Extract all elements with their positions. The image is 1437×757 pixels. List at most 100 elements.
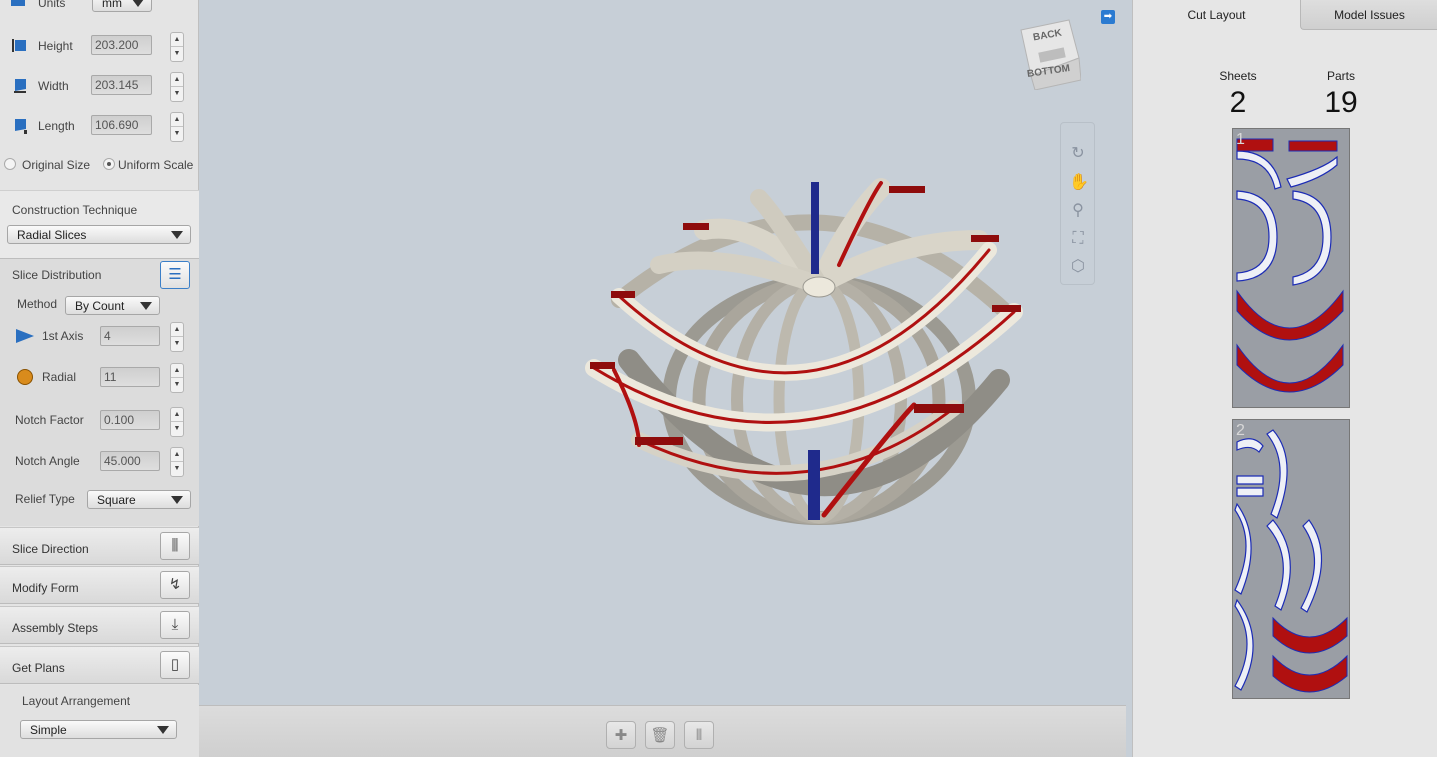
add-slice-button[interactable]: ✚ — [606, 721, 636, 749]
chevron-down-icon — [132, 0, 144, 7]
construction-section — [0, 190, 199, 258]
method-value: By Count — [75, 299, 125, 313]
width-field[interactable]: 203.145 — [91, 75, 152, 95]
sheet-number-1: 1 — [1236, 131, 1245, 148]
modify-form-bar[interactable]: Modify Form ↯ — [0, 566, 199, 604]
original-size-label: Original Size — [22, 158, 91, 172]
notch-factor-stepper[interactable]: ▲ ▼ — [170, 407, 184, 437]
layout-arrangement-value: Simple — [30, 723, 67, 737]
height-icon — [12, 38, 26, 53]
delete-button[interactable]: 🗑 — [645, 721, 675, 749]
fit-view-icon[interactable]: ⛶ — [1069, 230, 1087, 248]
chevron-down-icon — [171, 496, 183, 504]
relief-type-value: Square — [97, 493, 136, 507]
notch-factor-field[interactable]: 0.100 — [100, 410, 160, 430]
units-label: Units — [38, 0, 66, 10]
center-hub — [802, 276, 836, 298]
get-plans-bar[interactable]: Get Plans ▯ — [0, 646, 199, 684]
sheet-thumbnail-2[interactable]: 2 — [1232, 419, 1350, 699]
length-label: Length — [38, 119, 75, 133]
first-axis-field[interactable]: 4 — [100, 326, 160, 346]
relief-type-label: Relief Type — [15, 492, 75, 506]
units-value: mm — [102, 0, 122, 10]
sheets-count: 2 — [1229, 86, 1247, 119]
uniform-scale-label: Uniform Scale — [118, 158, 194, 172]
model-render[interactable] — [199, 0, 1132, 705]
slice-distribution-label: Slice Distribution — [12, 268, 102, 282]
home-view-icon[interactable]: ⬡ — [1069, 258, 1087, 276]
chevron-down-icon — [157, 726, 169, 734]
orbit-icon[interactable]: ↻ — [1069, 145, 1087, 163]
construction-label: Construction Technique — [12, 203, 138, 217]
layout-arrangement-label: Layout Arrangement — [22, 694, 131, 708]
tab-cut-layout[interactable]: Cut Layout — [1133, 0, 1300, 30]
slice-tab — [683, 223, 709, 230]
zoom-icon[interactable]: ⚲ — [1069, 202, 1087, 220]
construction-value: Radial Slices — [17, 228, 87, 242]
pan-icon[interactable]: ✋ — [1069, 174, 1089, 192]
3d-viewport[interactable]: BACK BOTTOM ➡ ↻ ✋ ⚲ ⛶ ⬡ ✚ 🗑 ⫴ — [199, 0, 1132, 757]
first-axis-label: 1st Axis — [42, 329, 84, 343]
first-axis-stepper[interactable]: ▲ ▼ — [170, 322, 184, 352]
notch-angle-stepper[interactable]: ▲ ▼ — [170, 447, 184, 477]
assembly-steps-label: Assembly Steps — [12, 621, 99, 635]
sheet-number-2: 2 — [1236, 422, 1245, 439]
slice-direction-bar[interactable]: Slice Direction ⫼ — [0, 527, 199, 565]
bottom-toolbar: ✚ 🗑 ⫴ — [199, 705, 1126, 757]
units-icon — [11, 0, 25, 6]
units-select[interactable]: mm — [92, 0, 152, 12]
width-label: Width — [38, 79, 69, 93]
length-field[interactable]: 106.690 — [91, 115, 152, 135]
get-plans-button[interactable]: ▯ — [160, 651, 190, 679]
assembly-steps-bar[interactable]: Assembly Steps ⤓ — [0, 606, 199, 644]
slice-tab — [611, 291, 635, 298]
notch-factor-label: Notch Factor — [15, 413, 84, 427]
uniform-scale-radio[interactable] — [103, 158, 115, 170]
modify-form-button[interactable]: ↯ — [160, 571, 190, 599]
height-field[interactable]: 203.200 — [91, 35, 152, 55]
slice-tab — [971, 235, 999, 242]
relief-type-select[interactable]: Square — [87, 490, 191, 509]
radial-label: Radial — [42, 370, 77, 384]
parts-label: Parts — [1326, 69, 1355, 83]
radial-stepper[interactable]: ▲ ▼ — [170, 363, 184, 393]
get-plans-label: Get Plans — [12, 661, 65, 675]
method-select[interactable]: By Count — [65, 296, 160, 315]
original-size-radio[interactable] — [4, 158, 16, 170]
construction-select[interactable]: Radial Slices — [7, 225, 191, 244]
notch-angle-field[interactable]: 45.000 — [100, 451, 160, 471]
chevron-down-icon — [140, 302, 152, 310]
first-axis-icon — [15, 328, 34, 343]
slice-direction-label: Slice Direction — [12, 542, 89, 556]
width-icon — [13, 77, 27, 93]
notch-angle-label: Notch Angle — [15, 454, 80, 468]
parts-count: 19 — [1324, 86, 1358, 119]
slice-direction-button[interactable]: ⫼ — [160, 532, 190, 560]
method-label: Method — [17, 297, 58, 311]
sheet-thumbnail-1[interactable]: 1 — [1232, 128, 1350, 408]
slice-tab — [590, 362, 615, 369]
view-cube[interactable]: BACK BOTTOM — [1019, 18, 1082, 91]
length-stepper[interactable]: ▲ ▼ — [170, 112, 184, 142]
axis-slice — [811, 182, 819, 274]
slice-tool-button[interactable]: ⫴ — [684, 721, 714, 749]
assembly-steps-button[interactable]: ⤓ — [160, 611, 190, 639]
left-panel: Units mm Height 203.200 ▲ ▼ Width 203.145… — [0, 0, 199, 757]
radial-icon — [17, 369, 33, 385]
slice-tab — [914, 404, 964, 413]
expand-panel-icon[interactable]: ➡ — [1101, 10, 1115, 24]
slice-tab — [635, 437, 683, 445]
chevron-down-icon — [171, 231, 183, 239]
navigation-toolbar: ↻ ✋ ⚲ ⛶ ⬡ — [1060, 122, 1095, 285]
sheets-label: Sheets — [1219, 69, 1257, 83]
tab-model-issues[interactable]: Model Issues — [1300, 0, 1437, 30]
length-icon — [13, 117, 27, 134]
axis-slice — [808, 450, 820, 520]
layout-arrangement-select[interactable]: Simple — [20, 720, 177, 739]
modify-form-label: Modify Form — [12, 581, 79, 595]
height-stepper[interactable]: ▲ ▼ — [170, 32, 184, 62]
slice-distribution-button[interactable]: ☰ — [160, 261, 190, 289]
height-label: Height — [38, 39, 73, 53]
radial-field[interactable]: 11 — [100, 367, 160, 387]
width-stepper[interactable]: ▲ ▼ — [170, 72, 184, 102]
